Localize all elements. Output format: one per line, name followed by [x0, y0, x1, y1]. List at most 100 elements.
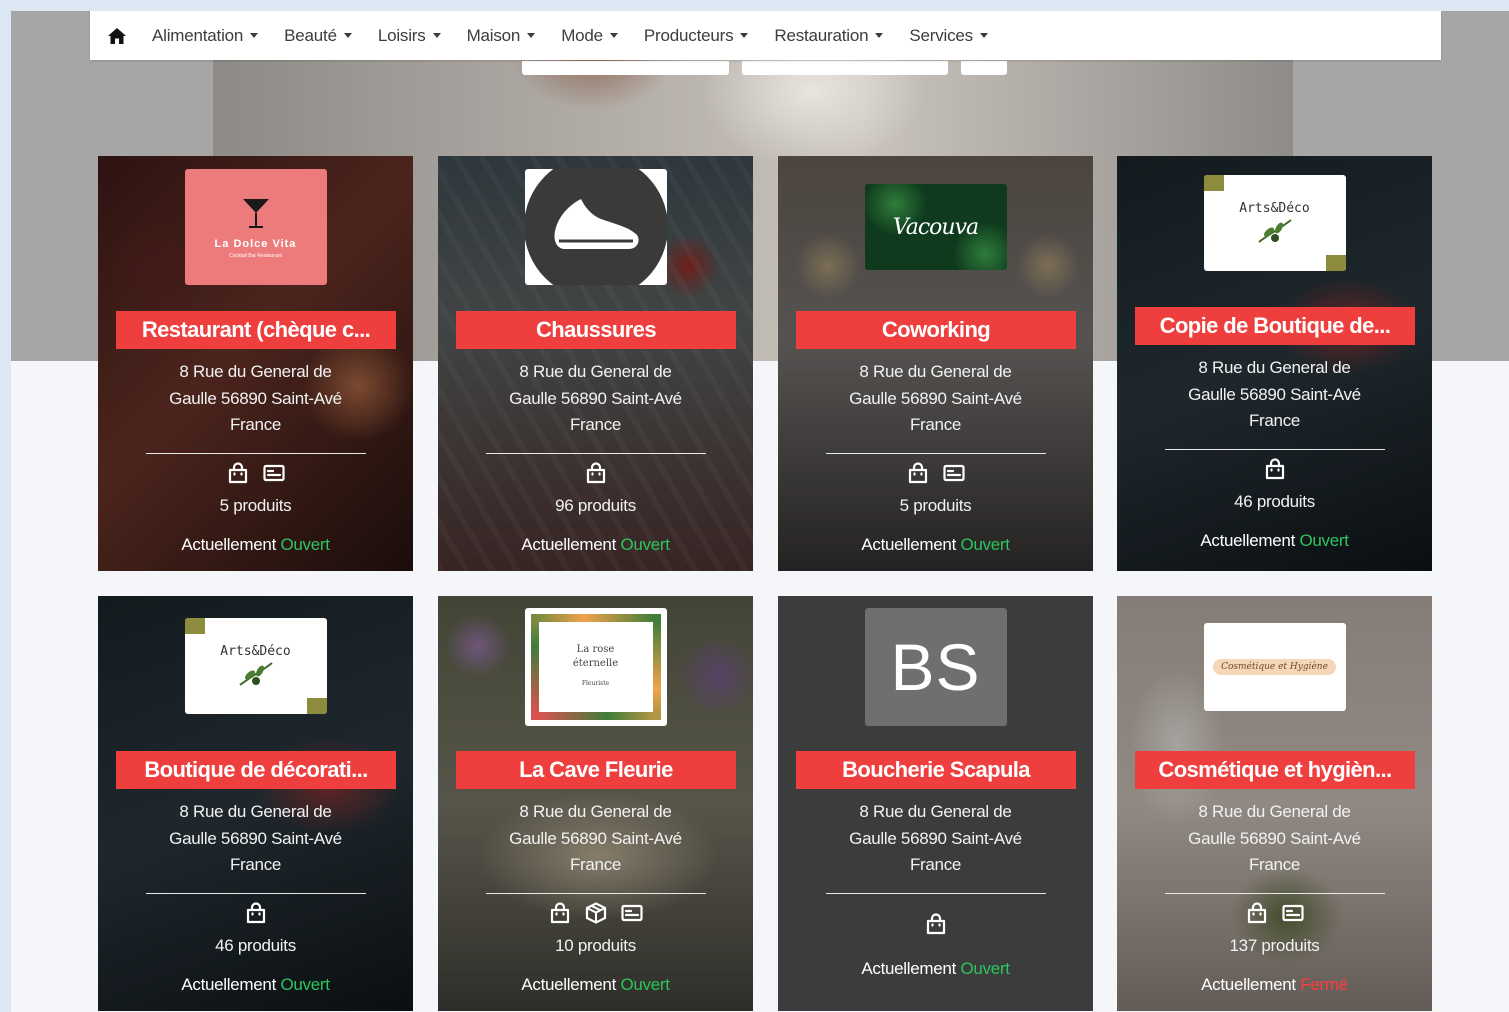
- nav-item-alimentation[interactable]: Alimentation: [152, 26, 259, 46]
- product-type-icons: [438, 461, 753, 485]
- shop-card[interactable]: Chaussures 8 Rue du General de Gaulle 56…: [438, 156, 753, 571]
- opening-status: Actuellement Ouvert: [181, 535, 330, 554]
- chevron-down-icon: [740, 33, 749, 38]
- shop-title[interactable]: Coworking: [796, 311, 1076, 349]
- divider: [146, 453, 366, 454]
- product-count: 96 produits: [555, 496, 636, 515]
- shopping-bag-icon: [1245, 901, 1269, 925]
- shop-card[interactable]: Cosmétique et Hygiène Cosmétique et hygi…: [1117, 596, 1432, 1011]
- voucher-card-icon: [620, 901, 644, 925]
- shop-card[interactable]: Arts&Déco Boutique de décorati... 8 Rue …: [98, 596, 413, 1011]
- nav-item-beaute[interactable]: Beauté: [284, 26, 352, 46]
- shop-address: 8 Rue du General de Gaulle 56890 Saint-A…: [169, 802, 342, 874]
- voucher-card-icon: [942, 461, 966, 485]
- product-count: 10 produits: [555, 936, 636, 955]
- divider: [1165, 893, 1385, 894]
- cocktail-glass-icon: [242, 198, 269, 228]
- divider: [826, 453, 1046, 454]
- page-frame: Alimentation Beauté Loisirs Maison Mode …: [11, 11, 1509, 1012]
- product-type-icons: [1117, 901, 1432, 925]
- product-type-icons: [98, 461, 413, 485]
- chevron-down-icon: [432, 33, 441, 38]
- product-type-icons: [778, 461, 1093, 485]
- shop-card[interactable]: Vacouva Coworking 8 Rue du General de Ga…: [778, 156, 1093, 571]
- shop-logo: BS: [864, 608, 1007, 726]
- product-count: 46 produits: [1234, 492, 1315, 511]
- sneaker-logo: [524, 169, 667, 285]
- shop-title[interactable]: Copie de Boutique de...: [1135, 307, 1415, 345]
- shop-address: 8 Rue du General de Gaulle 56890 Saint-A…: [169, 362, 342, 434]
- opening-status: Actuellement Fermé: [1201, 975, 1348, 994]
- nav-item-mode[interactable]: Mode: [561, 26, 618, 46]
- chevron-down-icon: [979, 33, 988, 38]
- divider: [826, 893, 1046, 894]
- shop-logo: Arts&Déco: [184, 618, 327, 714]
- product-count: 5 produits: [219, 496, 292, 515]
- shop-title[interactable]: La Cave Fleurie: [456, 751, 736, 789]
- voucher-card-icon: [262, 461, 286, 485]
- divider: [1165, 449, 1385, 450]
- opening-status: Actuellement Ouvert: [1200, 531, 1349, 550]
- shop-address: 8 Rue du General de Gaulle 56890 Saint-A…: [509, 802, 682, 874]
- opening-status: Actuellement Ouvert: [521, 975, 670, 994]
- top-navigation: Alimentation Beauté Loisirs Maison Mode …: [90, 11, 1441, 60]
- product-type-icons: [1117, 457, 1432, 481]
- voucher-card-icon: [1281, 901, 1305, 925]
- shopping-bag-icon: [584, 461, 608, 485]
- divider: [486, 453, 706, 454]
- shop-address: 8 Rue du General de Gaulle 56890 Saint-A…: [849, 362, 1022, 434]
- package-box-icon: [584, 901, 608, 925]
- shopping-bag-icon: [906, 461, 930, 485]
- shop-address: 8 Rue du General de Gaulle 56890 Saint-A…: [1188, 358, 1361, 430]
- chevron-down-icon: [250, 33, 259, 38]
- shop-card[interactable]: La rose éternelle Fleuriste La Cave Fleu…: [438, 596, 753, 1011]
- nav-item-services[interactable]: Services: [909, 26, 988, 46]
- shop-logo: Vacouva: [864, 184, 1007, 270]
- olive-branch-icon: [1257, 218, 1292, 243]
- chevron-down-icon: [875, 33, 884, 38]
- nav-item-maison[interactable]: Maison: [467, 26, 536, 46]
- divider: [146, 893, 366, 894]
- shop-address: 8 Rue du General de Gaulle 56890 Saint-A…: [1188, 802, 1361, 874]
- hero-search-button[interactable]: [961, 61, 1007, 75]
- product-type-icons: [98, 901, 413, 925]
- shop-logo: La rose éternelle Fleuriste: [524, 608, 667, 726]
- opening-status: Actuellement Ouvert: [861, 959, 1010, 978]
- product-count: 46 produits: [215, 936, 296, 955]
- shop-title[interactable]: Chaussures: [456, 311, 736, 349]
- shop-card[interactable]: La Dolce Vita Cocktail Bar Restaurant Re…: [98, 156, 413, 571]
- shop-logo: [524, 169, 667, 285]
- shop-logo: La Dolce Vita Cocktail Bar Restaurant: [184, 169, 327, 285]
- nav-item-restauration[interactable]: Restauration: [774, 26, 884, 46]
- shop-logo: Arts&Déco: [1203, 175, 1346, 271]
- product-count: 137 produits: [1229, 936, 1320, 955]
- shopping-bag-icon: [1263, 457, 1287, 481]
- product-type-icons: [438, 901, 753, 925]
- shop-card[interactable]: BS Boucherie Scapula 8 Rue du General de…: [778, 596, 1093, 1011]
- product-type-icons: [778, 912, 1093, 936]
- shopping-bag-icon: [244, 901, 268, 925]
- olive-branch-icon: [238, 661, 273, 686]
- shop-title[interactable]: Cosmétique et hygièn...: [1135, 751, 1415, 789]
- home-icon[interactable]: [106, 25, 128, 47]
- shop-title[interactable]: Boutique de décorati...: [116, 751, 396, 789]
- hero-search-field-2[interactable]: [742, 61, 948, 75]
- shop-logo: Cosmétique et Hygiène: [1203, 623, 1346, 711]
- shopping-bag-icon: [548, 901, 572, 925]
- nav-item-loisirs[interactable]: Loisirs: [378, 26, 441, 46]
- chevron-down-icon: [527, 33, 536, 38]
- shop-card[interactable]: Arts&Déco Copie de Boutique de... 8 Rue …: [1117, 156, 1432, 571]
- shopping-bag-icon: [226, 461, 250, 485]
- opening-status: Actuellement Ouvert: [181, 975, 330, 994]
- shop-title[interactable]: Restaurant (chèque c...: [116, 311, 396, 349]
- hero-search-field-1[interactable]: [522, 61, 729, 75]
- shop-address: 8 Rue du General de Gaulle 56890 Saint-A…: [509, 362, 682, 434]
- nav-item-producteurs[interactable]: Producteurs: [644, 26, 749, 46]
- opening-status: Actuellement Ouvert: [861, 535, 1010, 554]
- opening-status: Actuellement Ouvert: [521, 535, 670, 554]
- shop-title[interactable]: Boucherie Scapula: [796, 751, 1076, 789]
- product-count: 5 produits: [899, 496, 972, 515]
- chevron-down-icon: [609, 33, 618, 38]
- divider: [486, 893, 706, 894]
- shopping-bag-icon: [924, 912, 948, 936]
